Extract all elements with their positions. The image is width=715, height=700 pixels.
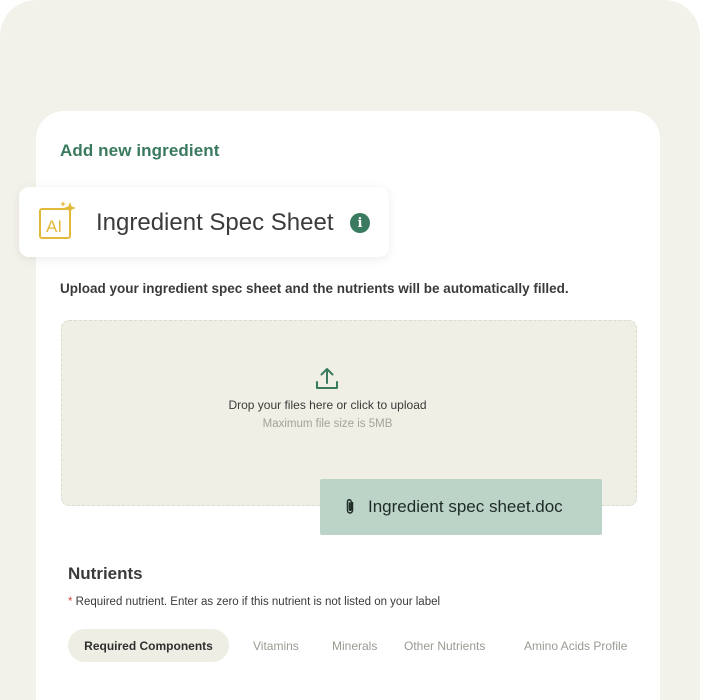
tab-other-nutrients[interactable]: Other Nutrients [404,629,485,662]
info-icon[interactable]: i [350,213,370,233]
form-title: Add new ingredient [60,141,220,160]
nutrients-heading: Nutrients [68,564,143,583]
required-nutrient-note: * Required nutrient. Enter as zero if th… [68,596,440,608]
uploaded-file-chip[interactable]: Ingredient spec sheet.doc [320,479,602,535]
ai-sparkle-icon: AI [39,201,76,239]
spec-sheet-title: Ingredient Spec Sheet [96,209,334,236]
paperclip-icon [346,498,354,514]
max-file-size-note: Maximum file size is 5MB [262,418,393,430]
tab-vitamins[interactable]: Vitamins [253,629,299,662]
nutrient-tabs: Required Components Vitamins Minerals Ot… [0,629,700,662]
tab-amino-acids-profile[interactable]: Amino Acids Profile [524,629,627,662]
uploaded-file-name: Ingredient spec sheet.doc [368,497,563,516]
required-note-text: Required nutrient. Enter as zero if this… [72,596,441,608]
upload-description: Upload your ingredient spec sheet and th… [60,281,569,296]
upload-icon [316,368,338,389]
svg-text:AI: AI [46,217,62,236]
dropzone-instruction: Drop your files here or click to upload [228,398,427,412]
tab-required-components[interactable]: Required Components [68,629,229,662]
tab-minerals[interactable]: Minerals [332,629,377,662]
